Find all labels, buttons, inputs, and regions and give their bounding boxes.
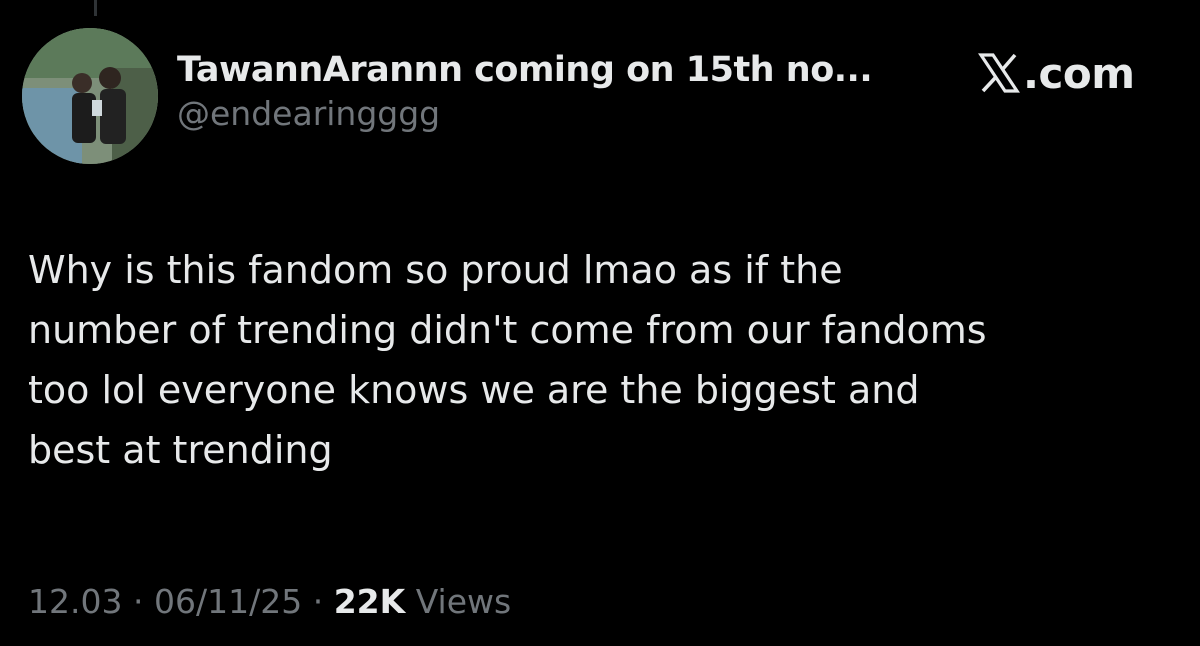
- x-brand-watermark: .com: [977, 48, 1135, 98]
- views-count[interactable]: 22K: [334, 582, 406, 621]
- post-header: TawannArannn coming on 15th no... @endea…: [22, 28, 1182, 168]
- post-text-line: best at trending: [28, 428, 333, 472]
- post-text-line: number of trending didn't come from our …: [28, 308, 987, 352]
- meta-separator: ·: [312, 582, 324, 621]
- post-text-line: Why is this fandom so proud lmao as if t…: [28, 248, 843, 292]
- views-label: Views: [415, 582, 512, 621]
- author-info: TawannArannn coming on 15th no... @endea…: [177, 48, 873, 136]
- thread-connector-line: [94, 0, 97, 16]
- post-date[interactable]: 06/11/25: [154, 582, 302, 621]
- post-metadata: 12.03 · 06/11/25 · 22K Views: [28, 582, 511, 621]
- display-name[interactable]: TawannArannn coming on 15th no...: [177, 48, 873, 92]
- post-text-line: too lol everyone knows we are the bigges…: [28, 368, 920, 412]
- avatar-photo: [22, 28, 158, 164]
- avatar[interactable]: [22, 28, 158, 164]
- post-body: Why is this fandom so proud lmao as if t…: [28, 240, 1178, 480]
- x-brand-suffix: .com: [1023, 48, 1135, 98]
- user-handle[interactable]: @endearingggg: [177, 92, 872, 136]
- x-logo-icon: [978, 53, 1020, 93]
- post-time[interactable]: 12.03: [28, 582, 122, 621]
- meta-separator: ·: [132, 582, 144, 621]
